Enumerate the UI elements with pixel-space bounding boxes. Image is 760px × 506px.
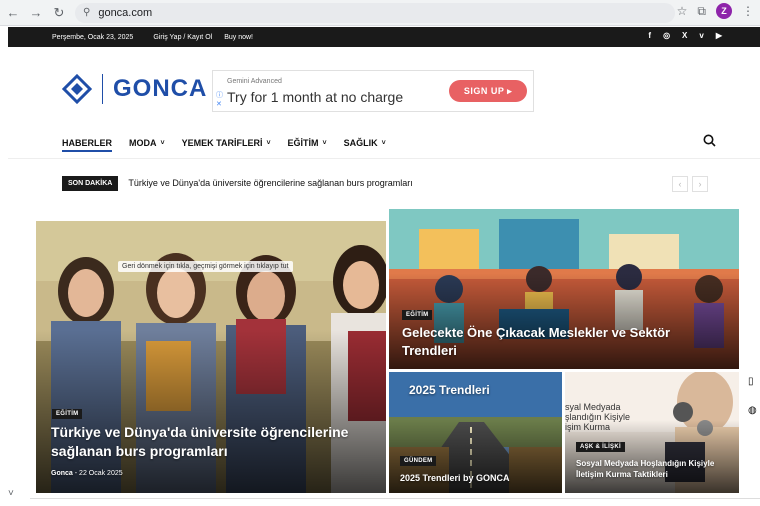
back-button[interactable]: ←: [3, 3, 23, 23]
chrome-icon[interactable]: ◍: [748, 405, 757, 416]
image-overlay: [36, 329, 386, 493]
nav-divider: [8, 158, 760, 159]
buy-now-link[interactable]: Buy now!: [224, 34, 253, 41]
chevron-down-icon: ˅: [381, 139, 386, 147]
breaking-headline[interactable]: Türkiye ve Dünya'da üniversite öğrencile…: [128, 178, 412, 188]
image-caption: 2025 Trendleri: [409, 383, 490, 397]
nav-item-label: EĞİTİM: [287, 138, 319, 148]
card-meta: Gonca - 22 Ocak 2025: [51, 470, 123, 477]
site-logo[interactable]: GONCA: [62, 74, 207, 104]
logo-mark-icon: [62, 74, 92, 104]
category-badge[interactable]: EĞİTİM: [52, 409, 83, 419]
category-badge[interactable]: AŞK & İLİŞKİ: [576, 442, 625, 452]
reader-icon[interactable]: ▯: [748, 376, 757, 387]
next-icon[interactable]: ›: [692, 176, 708, 192]
chevron-down-icon[interactable]: ˅: [8, 488, 14, 499]
category-badge[interactable]: GÜNDEM: [400, 456, 437, 466]
forward-button[interactable]: →: [26, 3, 46, 23]
menu-icon[interactable]: ⋮: [742, 4, 754, 18]
side-floating-icons: ▯ ◍: [748, 376, 757, 416]
social-links: f ◎ X v ▶: [648, 31, 722, 40]
instagram-icon[interactable]: ◎: [663, 31, 670, 40]
search-icon[interactable]: [703, 134, 716, 150]
login-link[interactable]: Giriş Yap / Kayıt Ol: [153, 34, 212, 41]
ad-signup-button[interactable]: SIGN UP ▸: [449, 80, 527, 102]
category-badge[interactable]: EĞİTİM: [402, 310, 433, 320]
browser-toolbar: ← → ↻ ⚲ gonca.com ☆ ⧉ Z ⋮: [0, 0, 760, 26]
youtube-icon[interactable]: ▶: [716, 31, 722, 40]
top-date: Perşembe, Ocak 23, 2025: [52, 33, 134, 41]
facebook-icon[interactable]: f: [648, 31, 651, 40]
nav-item-label: SAĞLIK: [343, 138, 378, 148]
card-date: 22 Ocak 2025: [79, 470, 123, 477]
ad-sponsor: Gemini Advanced: [227, 78, 282, 85]
card-title[interactable]: Gelecekte Öne Çıkacak Meslekler ve Sektö…: [402, 324, 692, 360]
breaking-controls: ‹ ›: [672, 176, 708, 192]
card-author[interactable]: Gonca: [51, 470, 73, 477]
featured-card-top-right[interactable]: EĞİTİM Gelecekte Öne Çıkacak Meslekler v…: [389, 209, 739, 369]
nav-item-label: MODA: [129, 138, 157, 148]
ad-headline: Try for 1 month at no charge: [227, 89, 404, 105]
image-overlay: [565, 420, 739, 493]
reload-icon: ↻: [53, 4, 65, 20]
avatar[interactable]: Z: [716, 3, 732, 19]
reload-button[interactable]: ↻: [49, 3, 69, 23]
logo-text: GONCA: [113, 75, 208, 102]
x-icon[interactable]: X: [682, 31, 687, 40]
address-url: gonca.com: [98, 6, 153, 19]
bottom-divider: [30, 498, 760, 499]
nav-item-yemek-tarifleri[interactable]: YEMEK TARİFLERİ ˅: [182, 138, 271, 148]
logo-divider: [102, 74, 103, 104]
ad-banner[interactable]: Gemini Advanced Try for 1 month at no ch…: [212, 70, 534, 112]
ad-info-icon[interactable]: ⓘ: [216, 90, 223, 100]
nav-item-saglik[interactable]: SAĞLIK ˅: [344, 138, 386, 148]
back-tooltip: Geri dönmek için tıkla, geçmişi görmek i…: [118, 261, 293, 272]
nav-item-label: YEMEK TARİFLERİ: [181, 138, 263, 148]
main-nav: HABERLER MODA ˅ YEMEK TARİFLERİ ˅ EĞİTİM…: [62, 133, 722, 153]
address-bar[interactable]: ⚲ gonca.com: [75, 2, 675, 23]
card-title[interactable]: Türkiye ve Dünya'da üniversite öğrencile…: [51, 423, 356, 461]
featured-card-bottom-left[interactable]: 2025 Trendleri GÜNDEM 2025 Trendleri by …: [389, 372, 562, 493]
prev-icon[interactable]: ‹: [672, 176, 688, 192]
featured-card-main[interactable]: Geri dönmek için tıkla, geçmişi görmek i…: [36, 221, 386, 493]
nav-item-moda[interactable]: MODA ˅: [129, 138, 165, 148]
bookmark-star-icon[interactable]: ☆: [677, 4, 688, 18]
featured-card-bottom-right[interactable]: syal Medyada şlandığın Kişiyle işim Kurm…: [565, 372, 739, 493]
meta-separator: -: [74, 470, 78, 477]
vimeo-icon[interactable]: v: [699, 31, 703, 40]
top-bar: Perşembe, Ocak 23, 2025 Giriş Yap / Kayı…: [8, 27, 760, 47]
chevron-down-icon: ˅: [160, 139, 165, 147]
arrow-right-icon: →: [29, 5, 43, 20]
ad-close-icon[interactable]: ✕: [216, 100, 222, 108]
nav-item-egitim[interactable]: EĞİTİM ˅: [288, 138, 327, 148]
nav-item-haberler[interactable]: HABERLER: [62, 137, 113, 152]
arrow-left-icon: ←: [6, 5, 20, 20]
chevron-down-icon: ˅: [266, 139, 271, 147]
site-info-icon[interactable]: ⚲: [83, 7, 90, 18]
chevron-down-icon: ˅: [322, 139, 327, 147]
browser-actions: ☆ ⧉ Z ⋮: [677, 3, 754, 19]
breaking-news: SON DAKİKA Türkiye ve Dünya'da üniversit…: [62, 175, 413, 191]
breaking-badge: SON DAKİKA: [62, 175, 119, 191]
nav-item-label: HABERLER: [62, 137, 113, 148]
card-title[interactable]: 2025 Trendleri by GONCA: [400, 472, 555, 484]
card-title[interactable]: Sosyal Medyada Hoşlandığın Kişiyle İleti…: [576, 458, 731, 480]
extensions-icon[interactable]: ⧉: [697, 4, 706, 19]
